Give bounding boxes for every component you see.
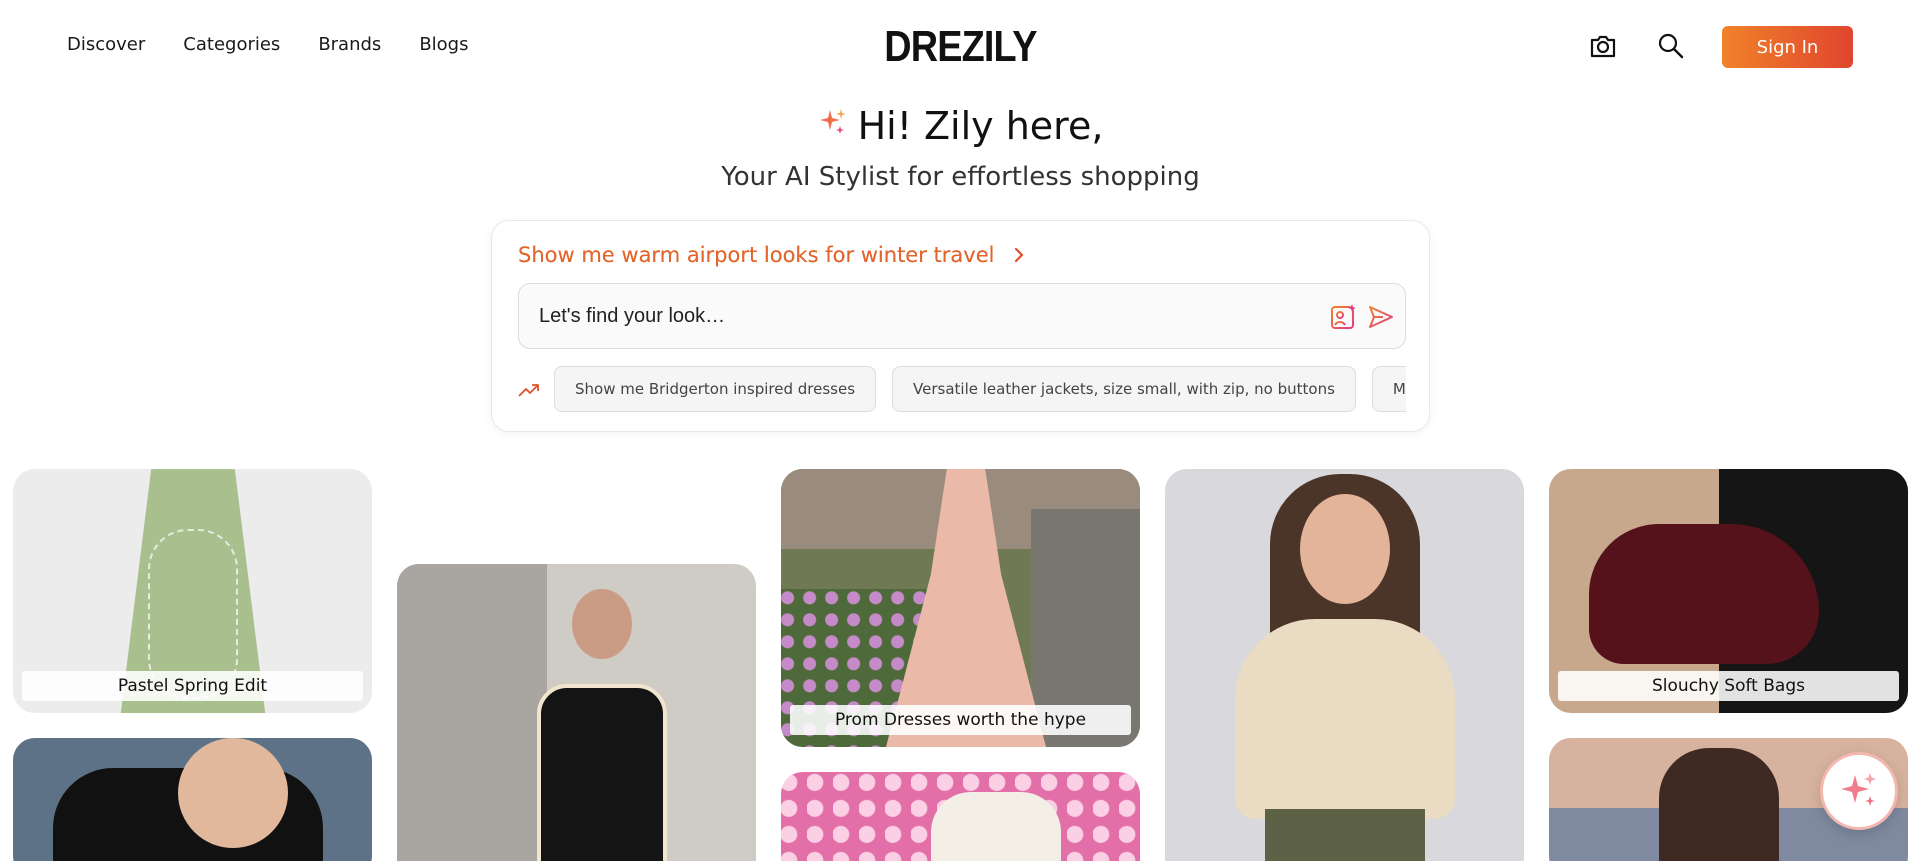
hero-subtitle: Your AI Stylist for effortless shopping xyxy=(721,162,1200,192)
ai-stylist-chat-button[interactable] xyxy=(1820,752,1898,830)
tile-photo xyxy=(572,589,632,659)
sparkle-icon xyxy=(819,109,846,134)
tile-photo xyxy=(1265,809,1425,861)
trending-searches: Show me Bridgerton inspired dresses Vers… xyxy=(518,366,1406,414)
suggested-prompt-link[interactable]: Show me warm airport looks for winter tr… xyxy=(518,243,1026,267)
tile-photo xyxy=(1659,748,1779,861)
collection-tile-pastel-spring[interactable]: Pastel Spring Edit xyxy=(13,469,372,713)
trending-icon xyxy=(518,384,539,397)
search-input-box xyxy=(518,283,1406,349)
sparkle-icon xyxy=(1841,773,1876,806)
tile-photo xyxy=(178,738,288,848)
hero-title-text: Hi! Zily here, xyxy=(857,104,1104,148)
collection-tile-slouchy-bags[interactable]: Slouchy Soft Bags xyxy=(1549,469,1908,713)
tile-label: Pastel Spring Edit xyxy=(22,671,363,701)
camera-search-button[interactable] xyxy=(1587,30,1619,62)
image-search-icon[interactable] xyxy=(1330,303,1358,331)
camera-icon xyxy=(1590,35,1616,58)
tile-photo xyxy=(931,792,1061,861)
suggested-prompt-text: Show me warm airport looks for winter tr… xyxy=(518,243,995,267)
trending-chip[interactable]: Show me Bridgerton inspired dresses xyxy=(554,366,877,412)
hero-title: Hi! Zily here, xyxy=(0,104,1909,148)
collection-tile-polka[interactable] xyxy=(13,738,372,861)
tile-photo-shadow xyxy=(397,564,547,861)
trending-chip[interactable]: Versatile leather jackets, size small, w… xyxy=(892,366,1356,412)
tile-label: Slouchy Soft Bags xyxy=(1558,671,1899,701)
tile-photo xyxy=(1589,524,1819,664)
chevron-right-icon xyxy=(1015,247,1024,263)
sign-in-button[interactable]: Sign In xyxy=(1722,26,1853,68)
send-icon[interactable] xyxy=(1367,303,1395,331)
collection-tile-swimwear[interactable] xyxy=(397,564,756,861)
look-search-input[interactable] xyxy=(539,284,1299,348)
search-icon xyxy=(1658,33,1684,59)
brand-logo[interactable]: DREZILY xyxy=(134,22,1786,72)
tile-photo xyxy=(537,684,667,861)
tile-photo xyxy=(1235,619,1455,819)
collection-tile-garden[interactable] xyxy=(781,772,1140,861)
ai-search-card: Show me warm airport looks for winter tr… xyxy=(491,220,1430,432)
tile-label: Prom Dresses worth the hype xyxy=(790,705,1131,735)
tile-photo xyxy=(1300,494,1390,604)
collection-tile-lace-top[interactable] xyxy=(1165,469,1524,861)
search-button[interactable] xyxy=(1655,30,1687,62)
trending-chip[interactable]: Midi Satin xyxy=(1371,366,1406,412)
collection-tile-prom-dresses[interactable]: Prom Dresses worth the hype xyxy=(781,469,1140,747)
